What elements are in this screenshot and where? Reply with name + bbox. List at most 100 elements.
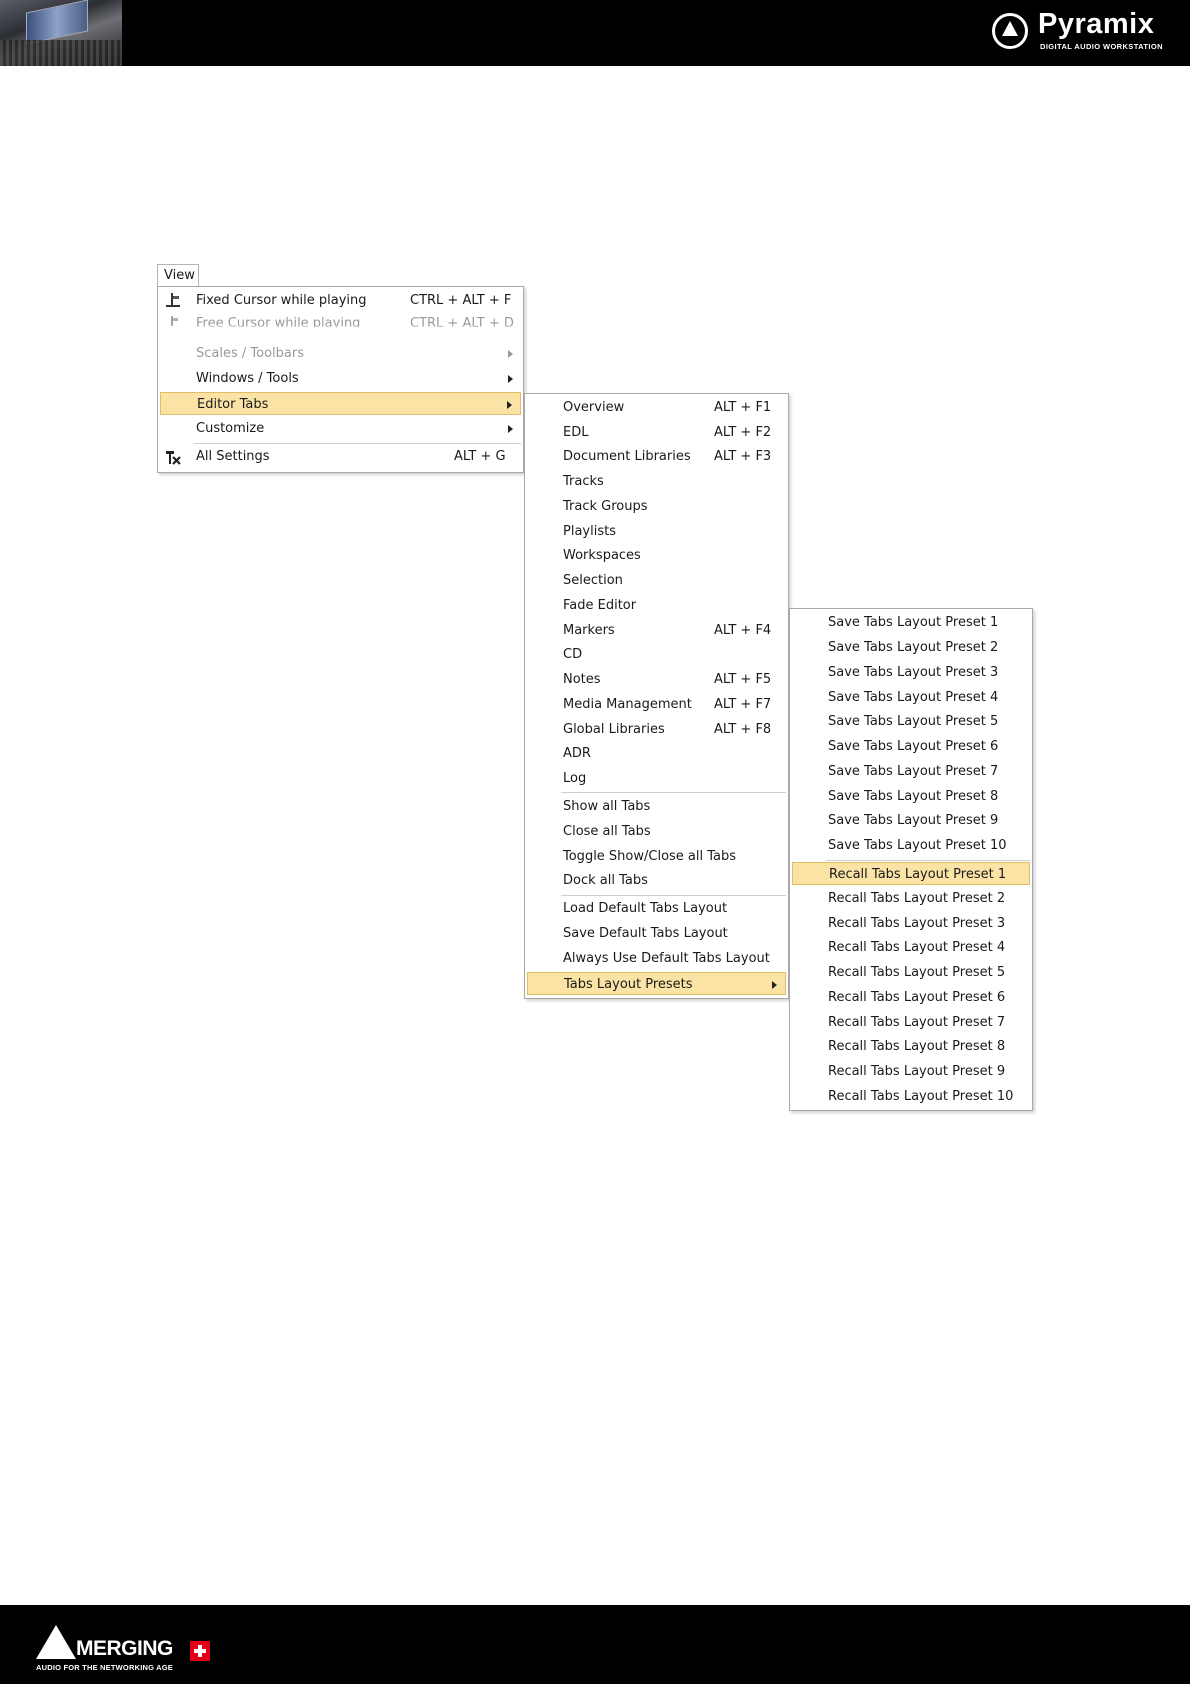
menu-item-markers[interactable]: Markers ALT + F4 <box>527 619 786 642</box>
menu-item-recall-preset-8[interactable]: Recall Tabs Layout Preset 8 <box>792 1035 1030 1058</box>
menu-item-close-all-tabs[interactable]: Close all Tabs <box>527 820 786 843</box>
menu-item-recall-preset-3[interactable]: Recall Tabs Layout Preset 3 <box>792 912 1030 935</box>
editor-tabs-submenu: Overview ALT + F1 EDL ALT + F2 Document Li… <box>524 393 789 999</box>
view-menu-title[interactable]: View <box>157 264 199 286</box>
menu-item-label: Overview <box>563 400 625 415</box>
menu-item-save-preset-3[interactable]: Save Tabs Layout Preset 3 <box>792 661 1030 684</box>
menu-item-label: Save Default Tabs Layout <box>563 926 728 941</box>
menu-item-shortcut: ALT + F3 <box>714 449 772 464</box>
menu-item-workspaces[interactable]: Workspaces <box>527 544 786 567</box>
menu-item-media-management[interactable]: Media Management ALT + F7 <box>527 693 786 716</box>
menu-item-editor-tabs[interactable]: Editor Tabs <box>160 392 521 415</box>
menu-item-label: Editor Tabs <box>197 397 269 412</box>
menu-item-recall-preset-2[interactable]: Recall Tabs Layout Preset 2 <box>792 887 1030 910</box>
swiss-cross-icon <box>190 1641 210 1661</box>
merging-logo-icon <box>36 1625 76 1659</box>
merging-tagline: AUDIO FOR THE NETWORKING AGE <box>36 1663 173 1672</box>
brand-name: Pyramix <box>1038 8 1155 40</box>
view-menu: Fixed Cursor while playing CTRL + ALT + … <box>157 286 524 473</box>
menu-item-label: ADR <box>563 746 591 761</box>
menu-item-label: Save Tabs Layout Preset 7 <box>828 764 999 779</box>
menu-item-save-preset-4[interactable]: Save Tabs Layout Preset 4 <box>792 686 1030 709</box>
menu-item-save-preset-2[interactable]: Save Tabs Layout Preset 2 <box>792 636 1030 659</box>
menu-item-notes[interactable]: Notes ALT + F5 <box>527 668 786 691</box>
menu-item-playlists[interactable]: Playlists <box>527 520 786 543</box>
menu-item-label: Recall Tabs Layout Preset 6 <box>828 990 1006 1005</box>
menu-item-label: Log <box>563 771 587 786</box>
menu-separator <box>826 860 1030 861</box>
menu-item-save-preset-9[interactable]: Save Tabs Layout Preset 9 <box>792 809 1030 832</box>
menu-item-shortcut: CTRL + ALT + F <box>410 293 512 308</box>
menu-item-recall-preset-1[interactable]: Recall Tabs Layout Preset 1 <box>792 862 1030 885</box>
menu-item-fixed-cursor[interactable]: Fixed Cursor while playing CTRL + ALT + … <box>160 289 521 312</box>
menu-item-document-libraries[interactable]: Document Libraries ALT + F3 <box>527 445 786 468</box>
menu-item-label: Recall Tabs Layout Preset 1 <box>829 867 1007 882</box>
menu-item-label: CD <box>563 647 583 662</box>
menu-item-label: Fixed Cursor while playing <box>196 293 367 308</box>
menu-item-load-default-tabs-layout[interactable]: Load Default Tabs Layout <box>527 897 786 920</box>
menu-item-always-use-default-tabs-layout[interactable]: Always Use Default Tabs Layout <box>527 947 786 970</box>
menu-item-dock-all-tabs[interactable]: Dock all Tabs <box>527 869 786 892</box>
menu-item-edl[interactable]: EDL ALT + F2 <box>527 421 786 444</box>
menu-item-save-preset-10[interactable]: Save Tabs Layout Preset 10 <box>792 834 1030 857</box>
submenu-arrow-icon <box>772 981 777 989</box>
menu-item-label: Save Tabs Layout Preset 3 <box>828 665 999 680</box>
menu-item-label: Scales / Toolbars <box>196 346 304 361</box>
menu-separator <box>194 443 521 444</box>
menu-item-save-preset-6[interactable]: Save Tabs Layout Preset 6 <box>792 735 1030 758</box>
menu-item-save-preset-8[interactable]: Save Tabs Layout Preset 8 <box>792 785 1030 808</box>
menu-item-save-default-tabs-layout[interactable]: Save Default Tabs Layout <box>527 922 786 945</box>
menu-item-recall-preset-10[interactable]: Recall Tabs Layout Preset 10 <box>792 1085 1030 1108</box>
menu-item-customize[interactable]: Customize <box>160 417 521 440</box>
footer-bar: MERGING AUDIO FOR THE NETWORKING AGE <box>0 1605 1190 1684</box>
menu-item-tracks[interactable]: Tracks <box>527 470 786 493</box>
menu-item-show-all-tabs[interactable]: Show all Tabs <box>527 795 786 818</box>
menu-item-fade-editor[interactable]: Fade Editor <box>527 594 786 617</box>
menu-item-recall-preset-6[interactable]: Recall Tabs Layout Preset 6 <box>792 986 1030 1009</box>
menu-item-recall-preset-4[interactable]: Recall Tabs Layout Preset 4 <box>792 936 1030 959</box>
menu-item-label: EDL <box>563 425 589 440</box>
menu-item-label: Save Tabs Layout Preset 4 <box>828 690 999 705</box>
menu-item-label: Selection <box>563 573 623 588</box>
menu-item-label: Media Management <box>563 697 692 712</box>
menu-item-adr[interactable]: ADR <box>527 742 786 765</box>
menu-item-overview[interactable]: Overview ALT + F1 <box>527 396 786 419</box>
menu-item-label: Customize <box>196 421 265 436</box>
menu-item-selection[interactable]: Selection <box>527 569 786 592</box>
menu-item-cd[interactable]: CD <box>527 643 786 666</box>
menu-item-label: Recall Tabs Layout Preset 9 <box>828 1064 1006 1079</box>
menu-item-shortcut: ALT + G <box>454 449 506 464</box>
menu-item-toggle-show-close-all-tabs[interactable]: Toggle Show/Close all Tabs <box>527 845 786 868</box>
menu-item-scales-toolbars[interactable]: Scales / Toolbars <box>160 342 521 365</box>
pyramix-logo-icon <box>992 13 1028 49</box>
menu-item-label: Recall Tabs Layout Preset 5 <box>828 965 1006 980</box>
menu-item-label: Always Use Default Tabs Layout <box>563 951 770 966</box>
menu-item-save-preset-7[interactable]: Save Tabs Layout Preset 7 <box>792 760 1030 783</box>
menu-item-recall-preset-9[interactable]: Recall Tabs Layout Preset 9 <box>792 1060 1030 1083</box>
menu-item-tabs-layout-presets[interactable]: Tabs Layout Presets <box>527 972 786 995</box>
view-menu-label: View <box>164 268 195 283</box>
menu-item-save-preset-1[interactable]: Save Tabs Layout Preset 1 <box>792 611 1030 634</box>
menu-item-save-preset-5[interactable]: Save Tabs Layout Preset 5 <box>792 710 1030 733</box>
menu-item-label: Load Default Tabs Layout <box>563 901 728 916</box>
submenu-arrow-icon <box>508 375 513 383</box>
menu-item-label: Save Tabs Layout Preset 10 <box>828 838 1007 853</box>
menu-item-label: All Settings <box>196 449 270 464</box>
menu-item-label: Playlists <box>563 524 616 539</box>
menu-item-label: Save Tabs Layout Preset 2 <box>828 640 999 655</box>
menu-item-all-settings[interactable]: All Settings ALT + G <box>160 445 521 468</box>
menu-item-track-groups[interactable]: Track Groups <box>527 495 786 518</box>
menu-item-shortcut: ALT + F1 <box>714 400 772 415</box>
menu-item-recall-preset-5[interactable]: Recall Tabs Layout Preset 5 <box>792 961 1030 984</box>
menu-item-log[interactable]: Log <box>527 767 786 790</box>
menu-item-label: Recall Tabs Layout Preset 7 <box>828 1015 1006 1030</box>
menu-item-shortcut: ALT + F5 <box>714 672 772 687</box>
brand-subtitle: DIGITAL AUDIO WORKSTATION <box>1040 42 1163 51</box>
menu-item-label: Save Tabs Layout Preset 6 <box>828 739 999 754</box>
menu-item-label: Tracks <box>563 474 604 489</box>
settings-tools-icon <box>166 451 181 465</box>
menu-item-recall-preset-7[interactable]: Recall Tabs Layout Preset 7 <box>792 1011 1030 1034</box>
menu-item-global-libraries[interactable]: Global Libraries ALT + F8 <box>527 718 786 741</box>
menu-item-label: Document Libraries <box>563 449 691 464</box>
menu-item-windows-tools[interactable]: Windows / Tools <box>160 367 521 390</box>
